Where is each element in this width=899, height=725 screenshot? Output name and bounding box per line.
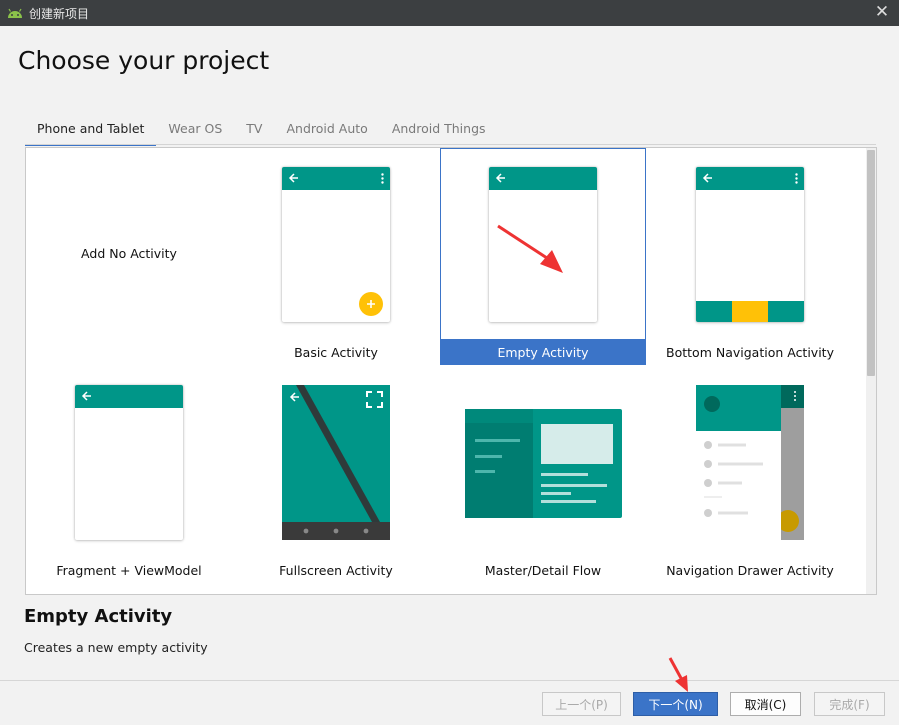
phone-preview — [696, 167, 804, 322]
template-fullscreen-activity[interactable]: Fullscreen Activity — [233, 366, 439, 583]
back-arrow-icon — [288, 173, 298, 183]
tablet-preview — [465, 409, 622, 518]
window-title: 创建新项目 — [29, 6, 90, 21]
template-master-detail-flow[interactable]: Master/Detail Flow — [440, 366, 646, 583]
template-bottom-navigation-activity[interactable]: Bottom Navigation Activity — [647, 148, 853, 365]
footer-divider — [0, 680, 899, 681]
template-basic-activity[interactable]: Basic Activity — [233, 148, 439, 365]
tab-divider — [25, 144, 876, 145]
bottom-nav-bar — [696, 301, 804, 322]
template-navigation-drawer-activity[interactable]: Navigation Drawer Activity — [647, 366, 853, 583]
title-bar: 创建新项目 ✕ — [0, 0, 899, 26]
template-label: Basic Activity — [294, 344, 378, 360]
back-arrow-icon — [495, 173, 505, 183]
form-factor-tabs: Phone and Tablet Wear OS TV Android Auto… — [25, 116, 498, 146]
phone-preview — [489, 167, 597, 322]
page-title: Choose your project — [18, 46, 270, 75]
template-label: Master/Detail Flow — [484, 562, 602, 578]
finish-button[interactable]: 完成(F) — [814, 692, 885, 716]
template-add-no-activity[interactable]: Add No Activity — [26, 148, 232, 365]
gallery-scrollbar[interactable] — [866, 148, 876, 594]
close-icon: ✕ — [874, 2, 890, 22]
android-icon — [8, 8, 22, 18]
next-button[interactable]: 下一个(N) — [633, 692, 718, 716]
close-button[interactable]: ✕ — [873, 2, 891, 22]
template-label: Navigation Drawer Activity — [666, 562, 834, 578]
template-label: Bottom Navigation Activity — [666, 344, 834, 360]
tab-android-auto[interactable]: Android Auto — [274, 116, 379, 144]
bottom-nav-active-item — [732, 301, 768, 322]
template-label: Fragment + ViewModel — [56, 562, 202, 578]
tab-phone-and-tablet[interactable]: Phone and Tablet — [25, 116, 157, 146]
phone-preview — [282, 167, 390, 322]
tab-tv[interactable]: TV — [234, 116, 274, 144]
fullscreen-icon — [366, 391, 383, 408]
annotation-arrow — [668, 657, 688, 692]
fullscreen-preview — [282, 385, 390, 540]
cancel-button[interactable]: 取消(C) — [730, 692, 801, 716]
previous-button[interactable]: 上一个(P) — [542, 692, 621, 716]
more-vert-icon — [381, 173, 384, 184]
template-label: Fullscreen Activity — [279, 562, 393, 578]
tab-wear-os[interactable]: Wear OS — [156, 116, 234, 144]
template-label: Empty Activity — [440, 339, 646, 365]
tab-android-things[interactable]: Android Things — [380, 116, 498, 144]
template-gallery: Add No Activity Basic Activity Empty Act… — [25, 147, 877, 595]
scrollbar-thumb[interactable] — [867, 150, 875, 376]
back-arrow-icon — [81, 391, 91, 401]
more-vert-icon — [795, 173, 798, 184]
drawer-preview — [696, 385, 804, 540]
back-arrow-icon — [289, 392, 299, 402]
template-empty-activity[interactable]: Empty Activity — [440, 148, 646, 365]
template-label: Add No Activity — [81, 246, 177, 261]
selected-template-title: Empty Activity — [24, 606, 173, 627]
template-fragment-viewmodel[interactable]: Fragment + ViewModel — [26, 366, 232, 583]
phone-preview — [75, 385, 183, 540]
selected-template-description: Creates a new empty activity — [24, 640, 208, 655]
back-arrow-icon — [702, 173, 712, 183]
add-icon — [359, 292, 383, 316]
